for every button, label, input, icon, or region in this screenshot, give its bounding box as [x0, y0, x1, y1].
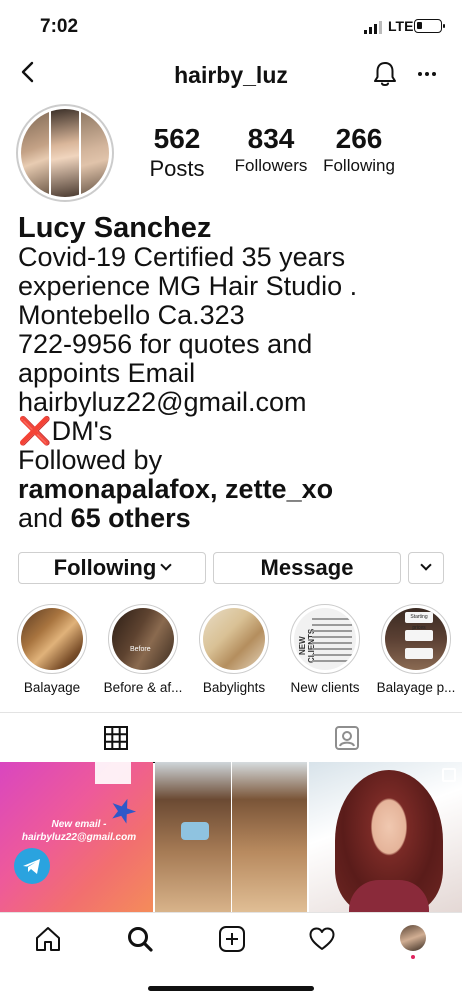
highlight-cover — [21, 608, 83, 670]
profile-avatar-icon[interactable] — [400, 925, 426, 951]
tab-tagged[interactable] — [231, 713, 462, 763]
post-thumbnail[interactable] — [309, 762, 462, 912]
followed-by-others[interactable]: 65 others — [71, 503, 191, 533]
followed-by-and: and — [18, 503, 64, 533]
price-tag — [405, 630, 433, 641]
profile-tabs — [0, 712, 462, 763]
followed-by-names[interactable]: ramonapalafox, zette_xo — [18, 474, 333, 504]
tab-grid[interactable] — [0, 713, 231, 763]
heart-icon[interactable] — [308, 925, 336, 953]
bio-line: experience MG Hair Studio . — [18, 271, 358, 301]
notification-dot — [411, 955, 415, 959]
stat-posts-label: Posts — [149, 156, 205, 181]
profile-bio: Lucy Sanchez Covid-19 Certified 35 years… — [18, 214, 448, 533]
highlight-label: Before & af... — [103, 680, 183, 695]
stat-following-label: Following — [323, 156, 395, 175]
price-tag — [405, 648, 433, 659]
highlight-item[interactable]: Starting prices Balayage p... — [370, 604, 462, 695]
post-thumbnail[interactable]: New email - hairbyluz22@gmail.com — [0, 762, 153, 912]
profile-photo — [21, 109, 109, 197]
bio-email[interactable]: hairbyluz22@gmail.com — [18, 388, 448, 417]
telegram-icon — [14, 848, 50, 884]
highlight-item[interactable]: Before Before & af... — [97, 604, 189, 695]
highlight-ring: NEW CLIENTS — [290, 604, 360, 674]
highlight-item[interactable]: Balayage — [6, 604, 98, 695]
bio-line: Covid-19 Certified 35 years — [18, 242, 346, 272]
highlight-cover-text: Starting prices — [405, 612, 433, 631]
posts-grid: New email - hairbyluz22@gmail.com — [0, 762, 462, 912]
suggested-accounts-button[interactable] — [408, 552, 444, 584]
face-mask-graphic — [181, 822, 209, 840]
highlight-cover: Starting prices — [385, 608, 447, 670]
highlight-ring — [199, 604, 269, 674]
stat-followers-label: Followers — [234, 156, 308, 175]
post-text: New email - hairbyluz22@gmail.com — [21, 819, 137, 843]
bio-dm-text: DM's — [51, 416, 113, 446]
highlight-ring: Starting prices — [381, 604, 451, 674]
stat-following-count: 266 — [335, 123, 383, 154]
highlight-label: Balayage p... — [376, 680, 456, 695]
bio-line: appoints Email — [18, 358, 196, 388]
following-button[interactable]: Following — [18, 552, 206, 584]
network-label: LTE — [388, 18, 414, 34]
search-icon[interactable] — [126, 925, 154, 953]
post-thumbnail[interactable] — [155, 762, 307, 912]
text-lines-graphic — [312, 618, 352, 666]
grid-icon — [103, 725, 128, 750]
signal-icon — [364, 20, 382, 34]
status-bar: 7:02 LTE — [0, 0, 462, 52]
highlight-item[interactable]: Babylights — [188, 604, 280, 695]
chevron-down-icon — [420, 559, 432, 571]
following-button-label: Following — [53, 555, 157, 580]
stat-posts-count: 562 — [153, 123, 201, 154]
highlight-ring: Before — [108, 604, 178, 674]
profile-avatar[interactable] — [16, 104, 114, 202]
highlight-label: Babylights — [202, 680, 266, 695]
profile-nav-bar: hairby_luz — [0, 52, 462, 98]
bio-line: Montebello Ca.323 — [18, 300, 245, 330]
status-time: 7:02 — [40, 16, 79, 37]
highlight-cover: Before — [112, 608, 174, 670]
highlight-item[interactable]: NEW CLIENTS New clients — [279, 604, 371, 695]
message-button[interactable]: Message — [213, 552, 401, 584]
message-button-label: Message — [260, 555, 354, 580]
more-icon[interactable] — [416, 64, 438, 84]
highlight-cover — [203, 608, 265, 670]
stat-followers-count: 834 — [247, 123, 295, 154]
home-icon[interactable] — [34, 925, 62, 953]
followed-by-names-line[interactable]: ramonapalafox, zette_xo — [18, 475, 448, 504]
stat-posts[interactable]: 562 Posts — [130, 124, 224, 182]
followed-by-label: Followed by — [18, 445, 163, 475]
bio-dm-line: ❌DM's — [18, 417, 448, 446]
carousel-icon — [442, 768, 456, 782]
chevron-down-icon — [160, 559, 172, 571]
stat-followers[interactable]: 834 Followers — [224, 124, 318, 182]
highlight-ring — [17, 604, 87, 674]
home-indicator — [148, 986, 314, 991]
sheet-graphic — [95, 762, 131, 784]
tagged-icon — [334, 726, 359, 750]
followed-by-others-line[interactable]: and 65 others — [18, 504, 448, 533]
battery-icon — [414, 19, 445, 33]
add-icon[interactable] — [218, 925, 246, 953]
profile-stats: 562 Posts 834 Followers 266 Following — [130, 124, 450, 182]
highlight-label: New clients — [290, 680, 360, 695]
story-highlights: Balayage Before Before & af... Babylight… — [0, 604, 462, 700]
cross-mark-icon: ❌ — [18, 416, 52, 446]
highlight-cover: NEW CLIENTS — [294, 608, 356, 670]
bio-line: 722-9956 for quotes and — [18, 329, 313, 359]
bell-icon[interactable] — [372, 60, 398, 88]
stat-following[interactable]: 266 Following — [318, 124, 400, 182]
highlight-label: Balayage — [23, 680, 81, 695]
highlight-cover-text: Before — [130, 646, 151, 653]
after-photo — [231, 762, 307, 912]
profile-full-name: Lucy Sanchez — [18, 212, 212, 244]
